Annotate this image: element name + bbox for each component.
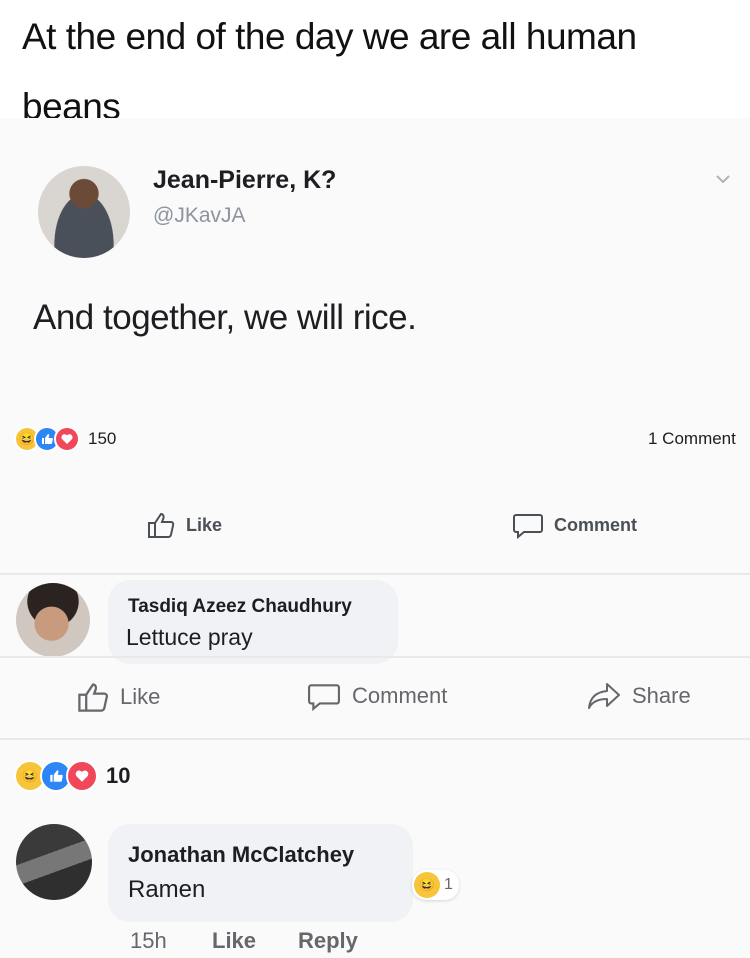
love-reaction-icon [54,426,80,452]
comment-reactions[interactable]: 😆 10 [14,760,130,792]
comment-share-label: Share [632,683,691,708]
reply-reaction-count: 1 [444,876,453,893]
reply-reaction-badge[interactable]: 😆 1 [412,870,459,900]
comment-comment-button[interactable]: Comment [306,680,447,712]
comment-share-button[interactable]: Share [586,680,691,712]
divider [0,573,750,575]
comment-reaction-count: 10 [106,763,131,788]
post-author-avatar[interactable] [38,166,130,258]
reply-bubble [108,824,413,922]
speech-bubble-icon [308,684,340,712]
divider [0,738,750,740]
post-comment-button[interactable]: Comment [512,510,637,540]
post-text: And together, we will rice. [33,298,417,337]
comment-like-button[interactable]: Like [76,680,160,714]
comment-text: Lettuce pray [126,624,253,650]
post-comment-label: Comment [554,514,638,535]
comment-like-label: Like [120,684,161,709]
thumbs-up-icon [148,512,175,538]
post-author-name[interactable]: Jean-Pierre, K? [153,166,336,195]
speech-bubble-icon [513,514,543,540]
reply-author-avatar[interactable] [16,824,92,900]
facebook-post-card: Jean-Pierre, K? @JKavJA And together, we… [0,118,750,958]
reply-reply-link[interactable]: Reply [298,928,358,954]
thumbs-up-icon [78,683,109,712]
post-comment-count[interactable]: 1 Comment [648,429,736,449]
reply-timestamp[interactable]: 15h [130,928,167,954]
comment-author-name[interactable]: Tasdiq Azeez Chaudhury [128,596,352,618]
post-like-label: Like [186,514,223,535]
share-arrow-icon [588,683,620,709]
reply-author-name[interactable]: Jonathan McClatchey [128,842,354,868]
post-reactions[interactable]: 😆 150 [14,426,116,452]
post-author-handle: @JKavJA [153,204,246,227]
reply-text: Ramen [128,876,206,903]
comment-author-avatar[interactable] [16,583,90,657]
chevron-down-icon[interactable] [714,170,732,188]
reply-like-link[interactable]: Like [212,928,256,954]
comment-comment-label: Comment [352,683,448,708]
divider [0,656,750,658]
post-reaction-count: 150 [88,429,117,448]
comment-bubble [108,580,398,664]
haha-reaction-icon: 😆 [414,872,440,898]
love-reaction-icon [66,760,98,792]
post-like-button[interactable]: Like [146,510,222,540]
